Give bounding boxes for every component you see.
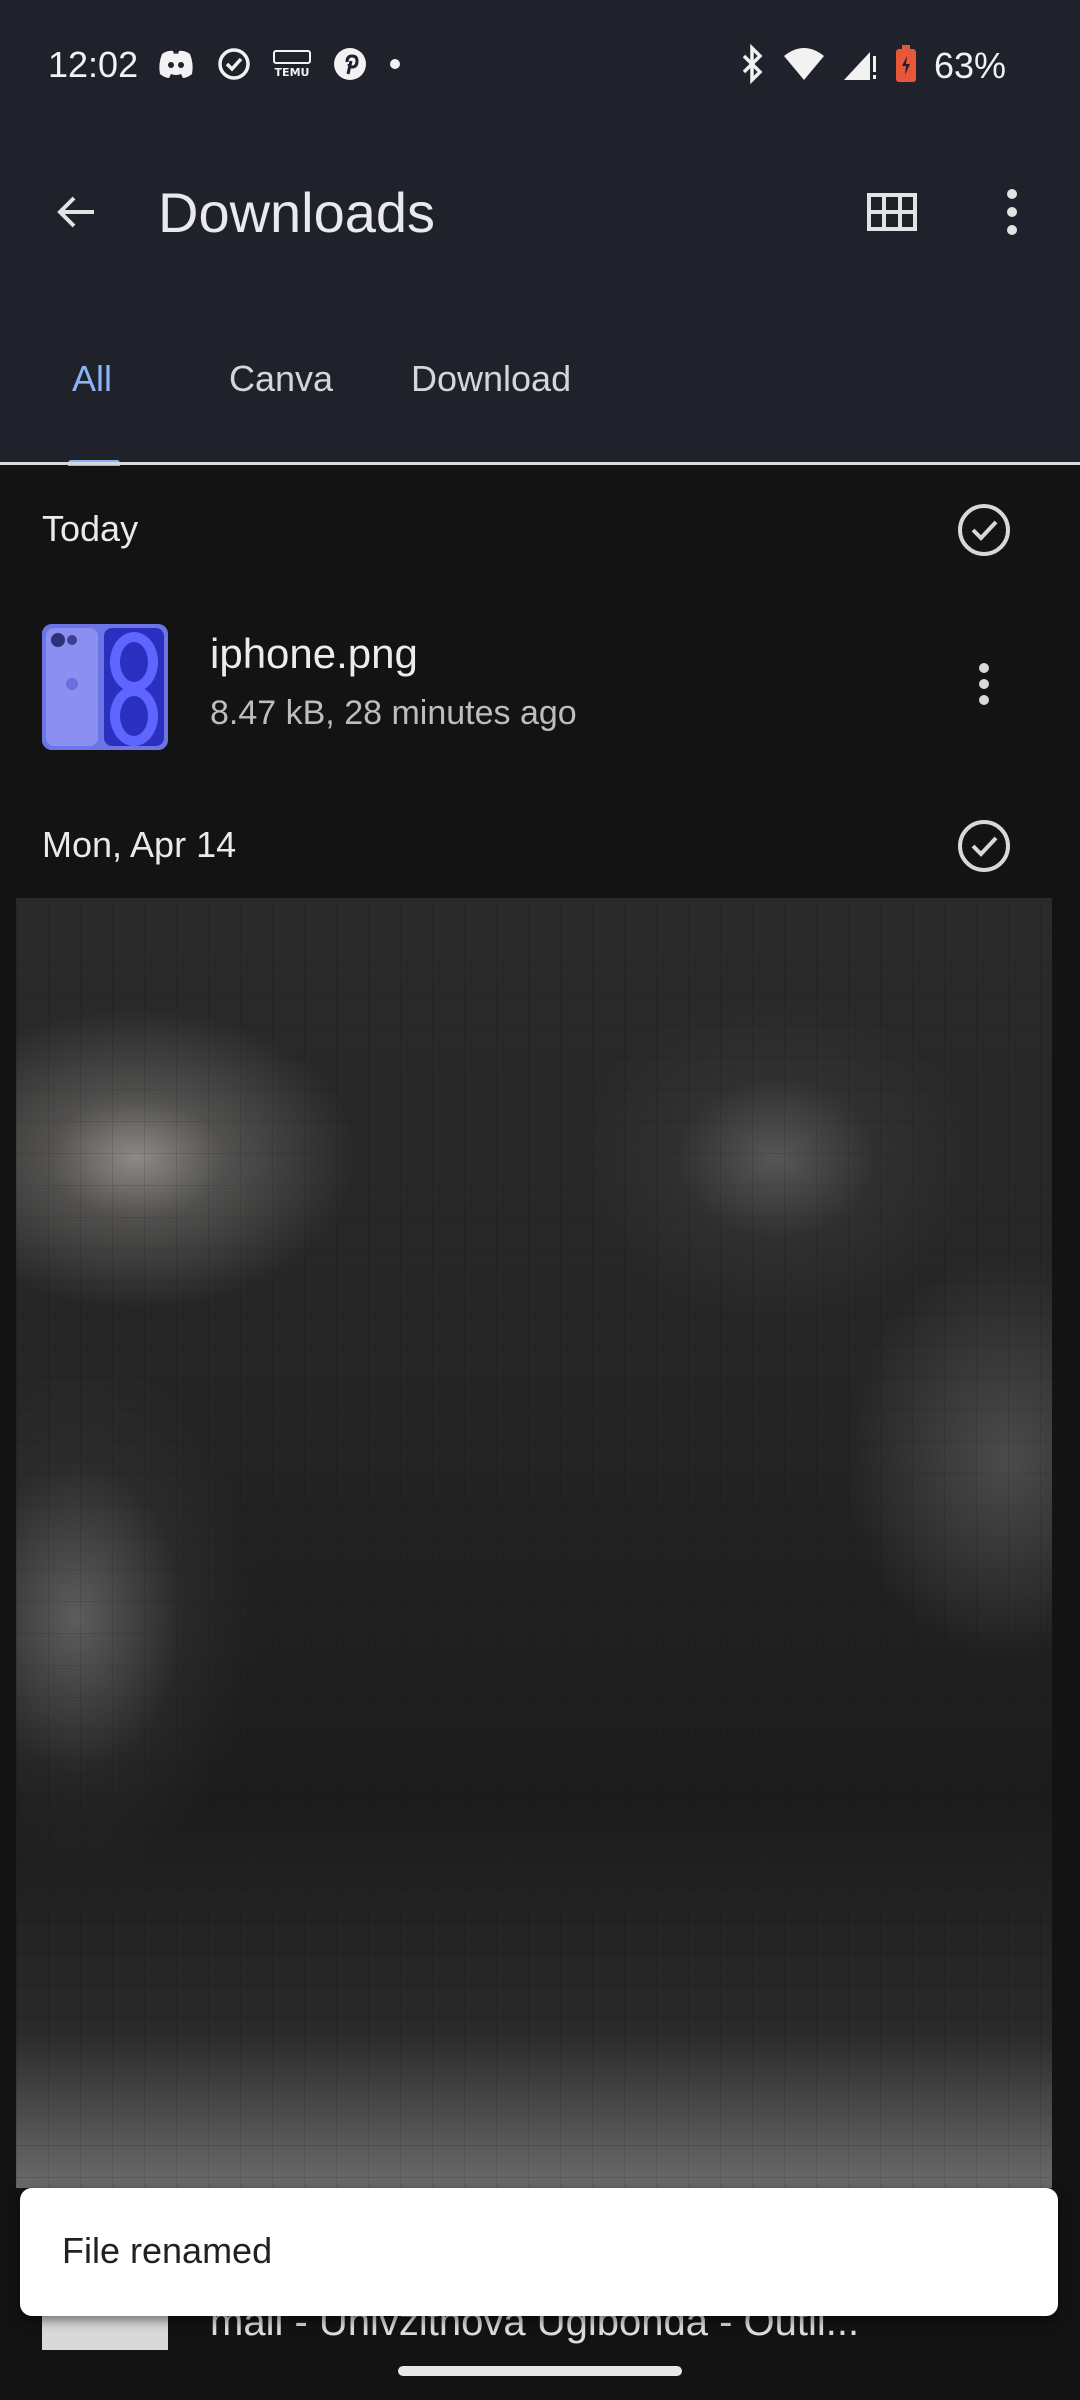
home-indicator[interactable] — [398, 2366, 682, 2376]
grid-view-button[interactable] — [852, 178, 932, 250]
more-vert-icon — [1006, 188, 1018, 241]
file-name: iphone.png — [210, 630, 418, 677]
more-vert-icon — [978, 662, 990, 711]
snackbar-message: File renamed — [62, 2230, 273, 2271]
wifi-icon — [782, 46, 826, 87]
select-all-button[interactable] — [956, 502, 1012, 558]
tab-download[interactable]: Download — [411, 358, 571, 400]
section-header-apr-14: Mon, Apr 14 — [0, 800, 1080, 890]
section-title: Today — [42, 508, 139, 549]
svg-text:TEMU: TEMU — [275, 66, 310, 79]
check-circle-icon — [956, 820, 1012, 878]
system-icons: 63% — [740, 43, 1006, 89]
arrow-back-icon — [52, 188, 100, 241]
bluetooth-icon — [740, 43, 766, 89]
section-header-today: Today — [0, 484, 1080, 574]
downloads-screen: 12:02 TEMU 63% Downloads All Canva Downl… — [0, 0, 1080, 2400]
status-time: 12:02 — [48, 44, 139, 85]
status-bar: 12:02 TEMU 63% — [0, 0, 1080, 130]
select-all-button[interactable] — [956, 818, 1012, 874]
list-item[interactable]: iphone.png 8.47 kB, 28 minutes ago — [0, 600, 1080, 770]
top-app-bar: Downloads — [0, 150, 1080, 280]
signal-icon — [842, 46, 878, 87]
discord-icon — [156, 46, 196, 87]
tab-all[interactable]: All — [72, 358, 112, 400]
tabs-divider — [0, 462, 1080, 465]
category-tabs: All Canva Download — [0, 330, 1080, 466]
blurred-preview-image — [16, 898, 1052, 2188]
tab-canva[interactable]: Canva — [229, 358, 333, 400]
pinterest-icon — [332, 46, 368, 87]
file-thumbnail — [42, 624, 168, 750]
battery-percentage: 63% — [933, 45, 1006, 86]
file-meta: 8.47 kB, 28 minutes ago — [210, 694, 577, 732]
page-title: Downloads — [158, 181, 436, 244]
battery-icon — [894, 44, 918, 89]
section-title: Mon, Apr 14 — [42, 824, 237, 865]
grid-view-icon — [867, 192, 917, 236]
dot-icon — [388, 57, 402, 76]
temu-icon: TEMU — [272, 49, 312, 84]
back-button[interactable] — [40, 178, 112, 250]
check-circle-icon — [956, 504, 1012, 562]
check-circle-icon — [216, 46, 252, 87]
snackbar: File renamed — [20, 2188, 1058, 2316]
more-options-button[interactable] — [976, 178, 1048, 250]
app-header: 12:02 TEMU 63% Downloads All Canva Downl… — [0, 0, 1080, 466]
notification-icons: TEMU — [156, 44, 402, 88]
file-more-button[interactable] — [964, 656, 1004, 716]
